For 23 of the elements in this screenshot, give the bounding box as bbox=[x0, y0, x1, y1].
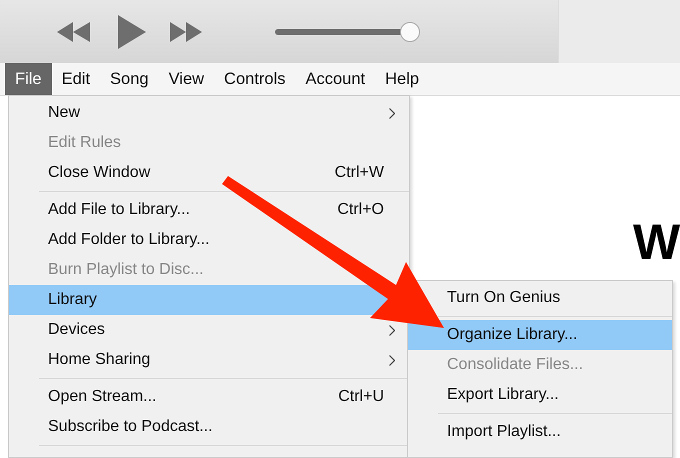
menu-item[interactable]: Home Sharing bbox=[9, 345, 409, 375]
menu-item[interactable]: Open Stream... Ctrl+U bbox=[9, 382, 409, 412]
menu-item[interactable]: File bbox=[5, 63, 52, 95]
menu-item[interactable]: View bbox=[158, 63, 214, 95]
menu-item[interactable]: Export Library... bbox=[408, 380, 672, 410]
fast-forward-icon[interactable] bbox=[170, 22, 202, 42]
menu-item[interactable]: Song bbox=[100, 63, 159, 95]
menu-item[interactable]: Organize Library... bbox=[408, 320, 672, 350]
volume-slider[interactable] bbox=[275, 22, 420, 42]
menu-item[interactable]: Controls bbox=[214, 63, 296, 95]
menu-item[interactable]: Import Playlist... bbox=[408, 417, 672, 447]
menu-item[interactable]: Add Folder to Library... bbox=[9, 225, 409, 255]
menu-item[interactable]: Edit bbox=[52, 63, 100, 95]
menu-item[interactable]: Account bbox=[296, 63, 376, 95]
play-icon[interactable] bbox=[118, 14, 146, 48]
rewind-icon[interactable] bbox=[57, 22, 90, 42]
menu-item[interactable]: Close Window Ctrl+W bbox=[9, 158, 409, 188]
menu-item[interactable]: Add File to Library... Ctrl+O bbox=[9, 195, 409, 225]
menu-item[interactable]: Devices bbox=[9, 315, 409, 345]
menu-item[interactable]: New bbox=[9, 98, 409, 128]
menu-item[interactable]: Subscribe to Podcast... bbox=[9, 412, 409, 442]
menu-item[interactable]: Help bbox=[375, 63, 430, 95]
slider-thumb[interactable] bbox=[400, 22, 420, 42]
